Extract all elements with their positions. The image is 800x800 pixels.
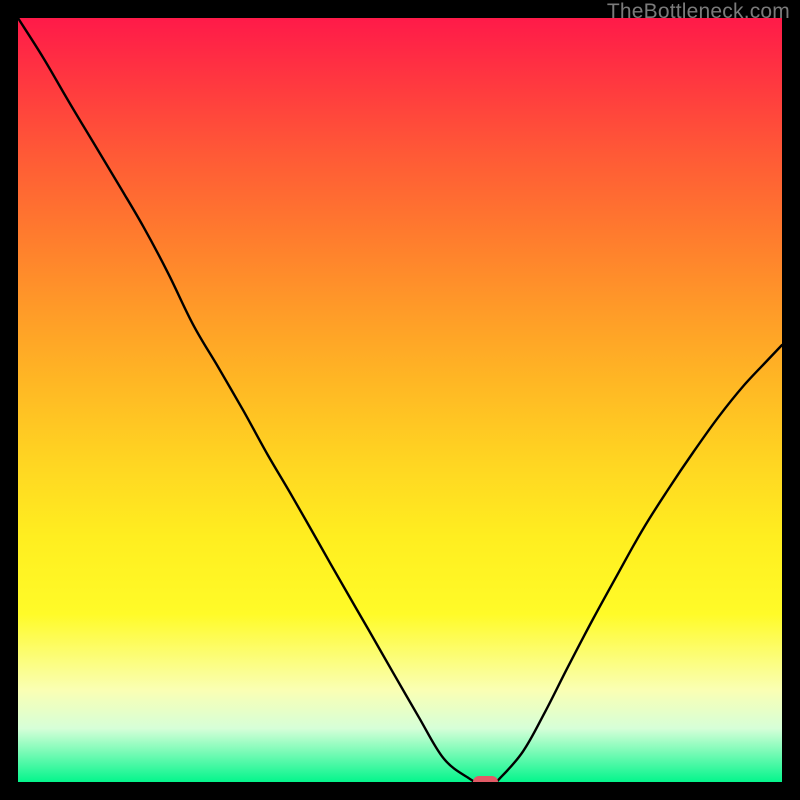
plot-area bbox=[18, 18, 782, 782]
optimum-marker bbox=[473, 776, 497, 782]
bottleneck-curve bbox=[18, 18, 782, 782]
curve-path bbox=[18, 18, 782, 782]
chart-frame: TheBottleneck.com bbox=[0, 0, 800, 800]
watermark-text: TheBottleneck.com bbox=[607, 0, 790, 24]
